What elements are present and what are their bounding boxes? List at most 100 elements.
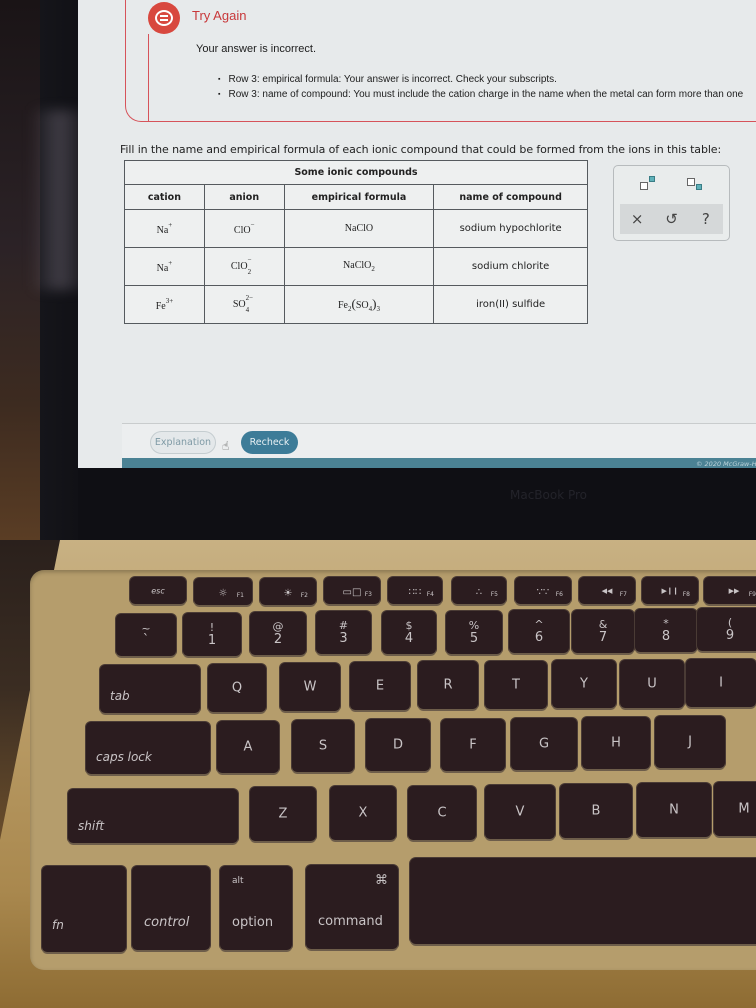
key-tab[interactable]: tab — [100, 665, 200, 713]
recheck-button[interactable]: Recheck — [241, 431, 298, 454]
clear-button[interactable]: × — [626, 208, 648, 230]
cation-cell: Fe3+ — [124, 285, 205, 324]
help-button[interactable]: ? — [695, 208, 717, 230]
anion-subscript: 4 — [245, 305, 250, 314]
key-f9[interactable]: ▶▶ F9 — [704, 577, 756, 604]
anion-charge: − — [247, 255, 252, 264]
key-u[interactable]: U — [620, 660, 684, 708]
column-header-anion: anion — [203, 184, 285, 210]
formula-part: SO — [355, 300, 369, 311]
key-3[interactable]: # 3 — [316, 611, 371, 654]
cation-charge: + — [168, 221, 173, 229]
key-f4[interactable]: ∷∷ F4 — [388, 577, 442, 604]
key-f5[interactable]: ∴ F5 — [452, 577, 506, 604]
anion-symbol: SO — [232, 299, 246, 310]
superscript-icon[interactable] — [637, 173, 659, 195]
anion-symbol: ClO — [230, 261, 248, 272]
key-w[interactable]: W — [280, 663, 340, 711]
compound-name-input[interactable]: sodium hypochlorite — [433, 209, 588, 248]
key-f8[interactable]: ▶❙❙ F8 — [642, 577, 698, 604]
feedback-message-list: Row 3: empirical formula: Your answer is… — [218, 72, 743, 102]
key-n[interactable]: N — [637, 783, 711, 837]
key-h[interactable]: H — [582, 717, 650, 769]
key-f3[interactable]: ▭□ F3 — [324, 577, 380, 604]
footer-bar: © 2020 McGraw-Hill — [122, 458, 756, 468]
key-shift[interactable]: shift — [68, 789, 238, 843]
feedback-panel: Try Again Your answer is incorrect. Row … — [125, 0, 756, 122]
key-fn[interactable]: fn — [42, 866, 126, 952]
empirical-formula-input[interactable]: Fe2(SO4)3 — [283, 285, 435, 324]
feedback-title: Try Again — [192, 8, 247, 23]
math-tool-panel: × ↺ ? — [613, 165, 730, 241]
hand-cursor-icon: ☝ — [222, 439, 230, 453]
compound-name-input[interactable]: sodium chlorite — [433, 247, 588, 286]
key-j[interactable]: J — [655, 716, 725, 768]
empirical-formula-input[interactable]: NaClO2 — [283, 247, 435, 286]
ionic-compounds-table: Some ionic compounds cation anion empiri… — [124, 160, 588, 324]
key-y[interactable]: Y — [552, 660, 616, 708]
key-f7[interactable]: ◀◀ F7 — [579, 577, 635, 604]
formula-part: Fe — [337, 300, 348, 311]
table-row: Na+ ClO − 2 NaClO2 sodium chlorite — [124, 247, 588, 286]
feedback-message: Row 3: name of compound: You must includ… — [218, 87, 743, 102]
anion-subscript: 2 — [247, 267, 252, 276]
key-1[interactable]: ! 1 — [183, 613, 241, 656]
key-b[interactable]: B — [560, 784, 632, 838]
key-e[interactable]: E — [350, 662, 410, 710]
question-prompt: Fill in the name and empirical formula o… — [120, 143, 722, 156]
key-4[interactable]: $ 4 — [382, 611, 436, 654]
key-5[interactable]: % 5 — [446, 611, 502, 654]
key-v[interactable]: V — [485, 785, 555, 839]
column-header-cation: cation — [124, 184, 205, 210]
action-bar: Explanation ☝ Recheck — [122, 423, 756, 459]
key-2[interactable]: @ 2 — [250, 612, 306, 655]
key-t[interactable]: T — [485, 661, 547, 709]
table-caption: Some ionic compounds — [124, 160, 588, 185]
subscript-icon[interactable] — [684, 173, 706, 195]
key-x[interactable]: X — [330, 786, 396, 840]
key-7[interactable]: & 7 — [572, 610, 634, 653]
anion-symbol: ClO — [233, 225, 251, 236]
key-f2[interactable]: ☀ F2 — [260, 578, 316, 605]
key-control[interactable]: control — [132, 866, 210, 950]
anion-cell: SO 2− 4 — [203, 285, 285, 324]
key-esc[interactable]: esc — [130, 577, 186, 604]
key-f6[interactable]: ∵∵ F6 — [515, 577, 571, 604]
empirical-formula-input[interactable]: NaClO — [283, 209, 435, 248]
device-brand-label: MacBook Pro — [510, 488, 588, 502]
key-caps-lock[interactable]: caps lock — [86, 722, 210, 774]
formula-subscript: 2 — [371, 265, 375, 273]
formula-subscript: 3 — [376, 305, 380, 313]
key-8[interactable]: * 8 — [635, 609, 697, 652]
key-c[interactable]: C — [408, 786, 476, 840]
key-9[interactable]: ( 9 — [697, 608, 756, 651]
key-q[interactable]: Q — [208, 664, 266, 712]
compound-name-input[interactable]: iron(II) sulfide — [433, 285, 588, 324]
key-z[interactable]: Z — [250, 787, 316, 841]
key-s[interactable]: S — [292, 720, 354, 772]
key-f[interactable]: F — [441, 719, 505, 771]
anion-cell: ClO − 2 — [203, 247, 285, 286]
undo-button[interactable]: ↺ — [660, 208, 682, 230]
key-command[interactable]: ⌘ command — [306, 865, 398, 949]
browser-screen: Try Again Your answer is incorrect. Row … — [78, 0, 756, 468]
key-m[interactable]: M — [714, 782, 756, 836]
key-tilde[interactable]: ~ ` — [116, 614, 176, 656]
key-6[interactable]: ^ 6 — [509, 610, 569, 653]
cation-symbol: Fe — [155, 301, 166, 312]
key-option[interactable]: alt option — [220, 866, 292, 950]
cation-charge: + — [168, 259, 173, 267]
key-space[interactable] — [410, 858, 756, 944]
column-header-name-of-compound: name of compound — [433, 184, 588, 210]
cation-cell: Na+ — [124, 247, 205, 286]
cation-cell: Na+ — [124, 209, 205, 248]
key-d[interactable]: D — [366, 719, 430, 771]
anion-charge: 2− — [245, 293, 254, 302]
anion-charge: − — [250, 221, 255, 229]
key-i[interactable]: I — [686, 659, 756, 707]
key-a[interactable]: A — [217, 721, 279, 773]
key-g[interactable]: G — [511, 718, 577, 770]
key-r[interactable]: R — [418, 661, 478, 709]
explanation-button[interactable]: Explanation — [150, 431, 216, 454]
key-f1[interactable]: ☼ F1 — [194, 578, 252, 605]
